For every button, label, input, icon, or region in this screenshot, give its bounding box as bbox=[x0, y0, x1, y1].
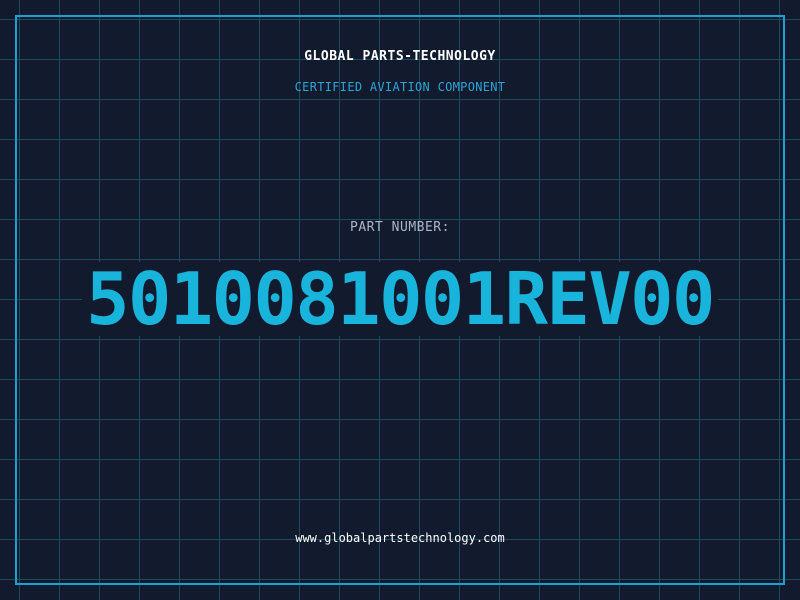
part-number-value: 5010081001REV00 bbox=[82, 262, 718, 336]
part-number-container: 5010081001REV00 bbox=[0, 262, 800, 336]
certification-subtitle: CERTIFIED AVIATION COMPONENT bbox=[294, 80, 506, 94]
website-url: www.globalpartstechnology.com bbox=[295, 531, 505, 545]
company-name: GLOBAL PARTS-TECHNOLOGY bbox=[304, 49, 496, 64]
part-label-card: GLOBAL PARTS-TECHNOLOGY CERTIFIED AVIATI… bbox=[0, 0, 800, 600]
part-number-label: PART NUMBER: bbox=[350, 220, 450, 235]
